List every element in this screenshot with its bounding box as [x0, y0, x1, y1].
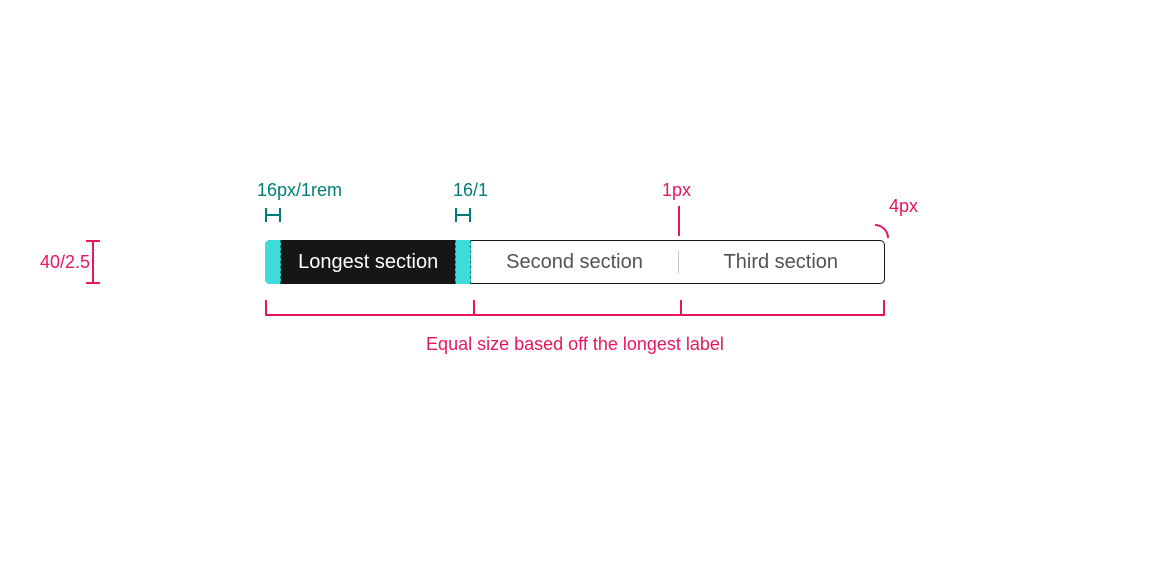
divider-width-marker [678, 206, 680, 236]
padding-left-marker [265, 208, 281, 222]
segment-label: Third section [724, 251, 839, 274]
segment-third[interactable]: Third section [678, 240, 885, 284]
segment-active[interactable]: Longest section [265, 240, 471, 284]
equal-size-caption: Equal size based off the longest label [265, 334, 885, 355]
padding-right-marker [455, 208, 471, 222]
segmented-control: Longest section Second section Third sec… [265, 240, 885, 284]
height-marker [86, 240, 100, 284]
height-label: 40/2.5 [40, 252, 90, 273]
width-marker [265, 300, 885, 316]
padding-left-label: 16px/1rem [257, 180, 342, 201]
segment-second[interactable]: Second section [471, 240, 677, 284]
width-tick-1 [473, 300, 475, 312]
segment-divider [678, 251, 679, 273]
equal-size-annotation: Equal size based off the longest label [265, 300, 885, 355]
segment-label: Second section [506, 251, 643, 274]
divider-width-label: 1px [662, 180, 691, 201]
corner-radius-arc [875, 224, 889, 238]
padding-right-label: 16/1 [453, 180, 488, 201]
segment-label: Longest section [298, 251, 438, 274]
corner-radius-label: 4px [889, 196, 918, 217]
width-tick-2 [680, 300, 682, 312]
height-annotation: 40/2.5 [40, 240, 90, 284]
padding-highlight-right [455, 240, 471, 284]
padding-highlight-left [265, 240, 281, 284]
